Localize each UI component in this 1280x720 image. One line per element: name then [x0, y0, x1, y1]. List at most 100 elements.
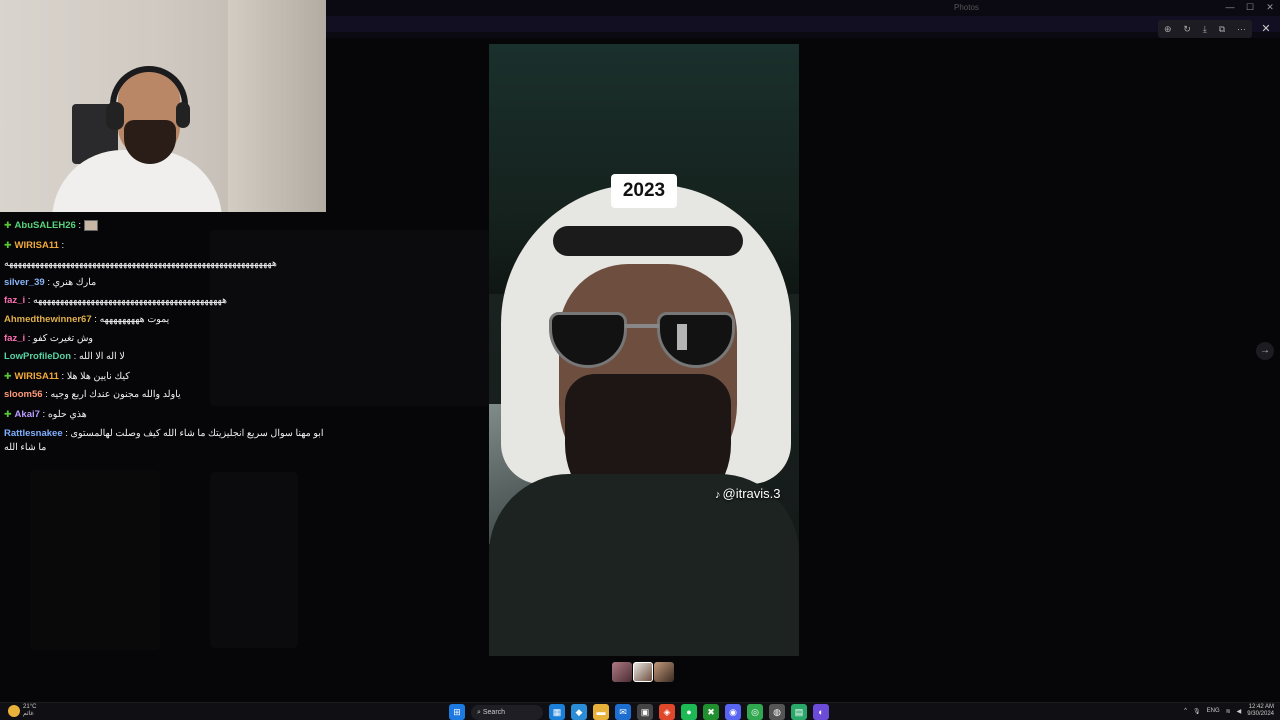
chat-message: faz_i : هههههههههههههههههههههههههههههههه…	[0, 292, 330, 311]
chat-separator: :	[75, 220, 84, 231]
chat-username[interactable]: faz_i	[4, 295, 25, 306]
sunglasses-bridge	[625, 324, 659, 328]
taskbar-app-icon[interactable]: ◆	[571, 704, 587, 720]
chat-overlay: ✚ AbuSALEH26 : ✚ WIRISA11 : هههههههههههههه…	[0, 216, 330, 455]
chat-message: ✚ WIRISA11 : كيك نايين هلا هلا	[0, 367, 330, 387]
minimize-icon[interactable]: —	[1224, 2, 1236, 13]
close-window-icon[interactable]: ✕	[1264, 2, 1276, 13]
taskbar-app-icon[interactable]: ◍	[769, 704, 785, 720]
taskbar-search[interactable]: ⌕ Search	[471, 704, 543, 720]
taskbar-app-icon[interactable]: ▤	[791, 704, 807, 720]
search-label: Search	[482, 708, 506, 716]
download-icon[interactable]: ⤓	[1203, 24, 1207, 35]
chat-username[interactable]: faz_i	[4, 333, 25, 344]
chat-username[interactable]: AbuSALEH26	[15, 220, 76, 231]
chat-username[interactable]: Akai7	[15, 409, 40, 420]
thumbnail-2[interactable]	[633, 662, 653, 682]
chat-message: ✚ Akai7 : هذي حلوه	[0, 405, 330, 425]
webcam-feed	[0, 0, 326, 212]
handle-text: @itravis.3	[722, 486, 781, 501]
chat-username[interactable]: sloom56	[4, 389, 43, 400]
taskbar-app-icon[interactable]: ●	[681, 704, 697, 720]
tray-chevron-icon[interactable]: ^	[1184, 708, 1187, 714]
browser-tab-band	[326, 16, 1280, 32]
chat-message: هههههههههههههههههههههههههههههههههههههههه…	[0, 255, 330, 274]
chat-text: كيك نايين هلا هلا	[66, 370, 130, 382]
language-indicator[interactable]: ENG	[1207, 708, 1220, 714]
wifi-icon[interactable]: ≋	[1226, 708, 1231, 715]
screen: Photos — ☐ ✕ ⊕ ↻ ⤓ ⧉ ⋯ ✕ → ✚ AbuSALEH26 :…	[0, 0, 1280, 720]
chat-username[interactable]: Ahmedthewinner67	[4, 314, 92, 325]
video-body	[489, 474, 799, 656]
taskbar-app-icon[interactable]: ◐	[813, 704, 829, 720]
thumbnail-3[interactable]	[654, 662, 674, 682]
chat-message: LowProfileDon : لا اله الا الله	[0, 348, 330, 367]
thumbnail-1[interactable]	[612, 662, 632, 682]
chat-message: silver_39 : مارك هنري	[0, 274, 330, 293]
system-tray: ^ 🎙 ENG ≋ ◀ 12:42 AM 9/30/2024	[1184, 704, 1274, 718]
clock[interactable]: 12:42 AM 9/30/2024	[1247, 704, 1274, 718]
chat-separator: :	[44, 276, 53, 288]
chat-text: هههههههههههههههههههههههههههههههههههههههه…	[4, 258, 277, 270]
chat-username[interactable]: LowProfileDon	[4, 351, 71, 362]
weather-widget[interactable]: 21°C غائم	[8, 704, 36, 718]
background-thumbnail	[210, 472, 298, 648]
media-thumbnails	[612, 662, 674, 682]
viewer-close-icon[interactable]: ✕	[1258, 20, 1274, 38]
chat-text: وش تغيرت كفو	[33, 332, 94, 344]
chat-username[interactable]: WIRISA11	[15, 371, 59, 382]
microphone-icon[interactable]: 🎙	[1193, 708, 1201, 715]
video-agal	[553, 226, 743, 256]
taskbar-app-icon[interactable]: ◉	[725, 704, 741, 720]
chat-message: Rattlesnakee : ابو مهنا سوال سريع انجليز…	[0, 425, 326, 455]
chat-message: sloom56 : ياولد والله مجنون عندك اربع وج…	[0, 386, 330, 405]
taskbar-app-icon[interactable]: ✉	[615, 704, 631, 720]
next-arrow-icon[interactable]: →	[1256, 342, 1274, 360]
taskbar-app-icon[interactable]: ▬	[593, 704, 609, 720]
more-icon[interactable]: ⋯	[1237, 24, 1246, 35]
taskbar-app-icon[interactable]: ◈	[659, 704, 675, 720]
chat-separator: :	[71, 351, 79, 363]
year-label: 2023	[611, 174, 677, 208]
chat-message: ✚ WIRISA11 :	[0, 236, 330, 256]
chat-separator: :	[25, 295, 34, 307]
taskbar-app-icon[interactable]: ▣	[637, 704, 653, 720]
tab-title: Photos	[954, 3, 979, 12]
chat-message: Ahmedthewinner67 : يموت هههههههههه	[0, 311, 330, 330]
webcam-background-wall	[228, 0, 326, 212]
open-external-icon[interactable]: ⧉	[1219, 24, 1225, 35]
background-list	[30, 470, 160, 650]
subscriber-badge-icon: ✚	[4, 239, 12, 250]
start-icon[interactable]: ⊞	[449, 704, 465, 720]
zoom-icon[interactable]: ⊕	[1164, 24, 1172, 35]
clock-date: 9/30/2024	[1247, 711, 1274, 717]
tiktok-video[interactable]: 2023 ♪ @itravis.3	[489, 44, 799, 656]
volume-icon[interactable]: ◀	[1237, 708, 1242, 715]
chat-username[interactable]: Rattlesnakee	[4, 428, 63, 439]
chat-text: هذي حلوه	[47, 408, 87, 420]
lens-reflection	[677, 324, 687, 350]
chat-username[interactable]: WIRISA11	[15, 240, 59, 251]
tiktok-icon: ♪	[715, 489, 721, 501]
chat-text: هههههههههههههههههههههههههههههههههههههههه…	[33, 295, 228, 307]
rotate-icon[interactable]: ↻	[1183, 24, 1191, 35]
chat-separator: :	[25, 332, 34, 344]
taskbar: 21°C غائم ⊞ ⌕ Search ▦ ◆ ▬ ✉ ▣ ◈ ● ✖ ◉ ◎ ◍ ▤ ◐ ^ 🎙 E…	[0, 702, 1280, 720]
taskbar-apps: ⊞ ⌕ Search ▦ ◆ ▬ ✉ ▣ ◈ ● ✖ ◉ ◎ ◍ ▤ ◐	[449, 704, 829, 720]
weather-temp: 21°C	[23, 704, 37, 710]
taskbar-app-icon[interactable]: ✖	[703, 704, 719, 720]
tiktok-handle: ♪ @itravis.3	[715, 486, 781, 501]
maximize-icon[interactable]: ☐	[1244, 2, 1256, 13]
clock-time: 12:42 AM	[1248, 704, 1274, 710]
chat-text: يموت هههههههههه	[99, 313, 170, 325]
chat-separator: :	[62, 427, 71, 439]
chat-separator: :	[91, 313, 100, 325]
weather-desc: غائم	[23, 711, 34, 717]
subscriber-badge-icon: ✚	[4, 408, 12, 419]
taskbar-app-icon[interactable]: ▦	[549, 704, 565, 720]
window-controls: — ☐ ✕	[1224, 2, 1276, 13]
chat-text: لا اله الا الله	[78, 351, 125, 363]
taskbar-app-icon[interactable]: ◎	[747, 704, 763, 720]
weather-icon	[8, 705, 20, 717]
chat-username[interactable]: silver_39	[4, 277, 45, 288]
